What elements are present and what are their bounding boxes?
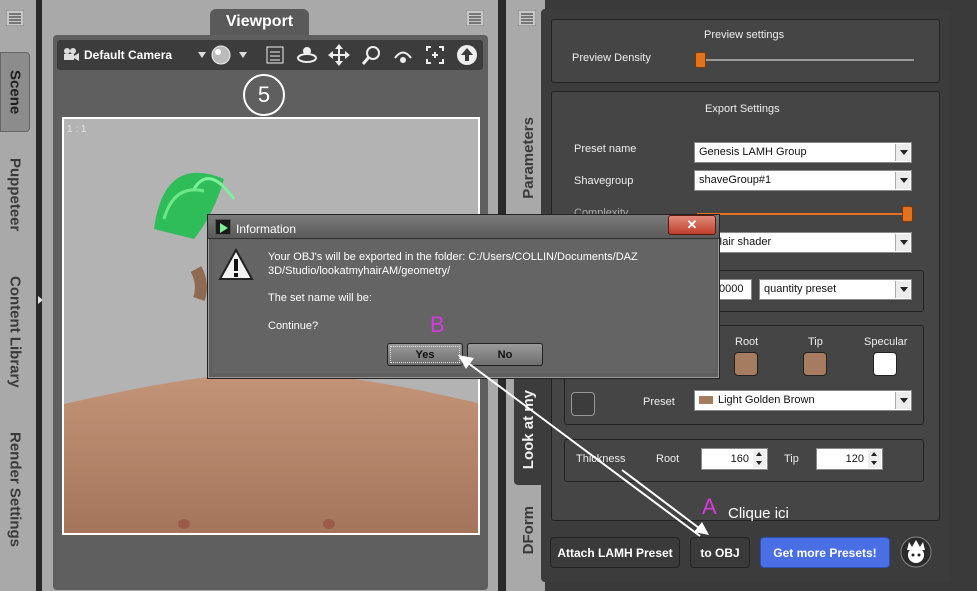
thickness-root-spinner[interactable]: 160 — [701, 448, 768, 470]
camera-selector[interactable]: Default Camera — [84, 48, 172, 62]
zoom-icon[interactable] — [360, 44, 382, 66]
tab-puppeteer[interactable]: Puppeteer — [0, 145, 30, 245]
render-style-icon[interactable] — [210, 44, 232, 66]
no-button[interactable]: No — [467, 343, 543, 366]
complexity-slider[interactable] — [902, 206, 913, 222]
shavegroup-select[interactable]: shaveGroup#1 — [694, 170, 912, 191]
tab-render-settings-label: Render Settings — [6, 432, 24, 548]
thickness-tip-label: Tip — [784, 453, 799, 465]
color-checkbox[interactable] — [571, 392, 595, 416]
close-icon[interactable]: ✕ — [668, 215, 716, 235]
tab-scene-label: Scene — [6, 69, 24, 115]
tab-scene[interactable]: Scene — [0, 52, 30, 132]
annotation-letter-a: A — [702, 494, 717, 519]
quantity-preset-value: quantity preset — [764, 283, 837, 295]
thickness-tip-spinner[interactable]: 120 — [816, 448, 883, 470]
panel-menu-icon[interactable] — [6, 10, 24, 26]
color-preset-select[interactable]: Light Golden Brown — [694, 390, 912, 411]
preview-settings-title: Preview settings — [704, 29, 785, 41]
right-panel-menu-icon[interactable] — [518, 10, 536, 26]
tab-dform-label: DForm — [519, 505, 537, 555]
annotation-click-here: Clique ici — [728, 505, 789, 522]
app-icon — [215, 219, 231, 235]
tab-puppeteer-label: Puppeteer — [6, 158, 24, 232]
orbit-icon[interactable] — [296, 44, 318, 66]
tab-look-label: Look at my — [519, 390, 537, 470]
quantity-field[interactable]: 0000 — [718, 279, 752, 300]
preset-name-label: Preset name — [574, 143, 637, 155]
dialog-message: Your OBJ's will be exported in the folde… — [268, 251, 638, 277]
chevron-down-icon — [895, 281, 910, 298]
export-settings-title: Export Settings — [705, 103, 780, 115]
tab-content-library[interactable]: Content Library — [0, 262, 30, 402]
specular-color-swatch[interactable] — [873, 352, 897, 376]
thickness-root-value: 160 — [730, 453, 749, 465]
root-color-swatch[interactable] — [734, 352, 758, 376]
tab-parameters-label: Parameters — [519, 116, 537, 199]
shader-select[interactable]: an Hair shader — [694, 232, 912, 253]
render-style-dropdown-icon[interactable] — [238, 49, 248, 61]
tab-parameters[interactable]: Parameters — [514, 105, 542, 210]
thickness-tip-value: 120 — [845, 453, 864, 465]
camera-dropdown-icon[interactable] — [197, 49, 207, 61]
thickness-label: Thickness — [576, 453, 626, 465]
root-color-label: Root — [735, 336, 759, 348]
dialog-title: Information — [236, 222, 297, 236]
color-preset-value: Light Golden Brown — [718, 394, 815, 406]
frame-icon[interactable] — [424, 44, 446, 66]
chevron-down-icon — [895, 392, 910, 409]
tab-look-at-my-hair[interactable]: Look at my — [514, 375, 542, 485]
hair-logo-icon[interactable] — [900, 536, 932, 568]
camera-icon — [64, 48, 79, 61]
spin-up-icon[interactable] — [753, 450, 766, 459]
tab-dform[interactable]: DForm — [514, 498, 542, 562]
complexity-track[interactable] — [697, 213, 910, 215]
chevron-down-icon — [895, 172, 910, 189]
tab-viewport[interactable]: Viewport — [210, 9, 309, 35]
dialog-continue: Continue? — [268, 320, 319, 332]
get-more-presets-button[interactable]: Get more Presets! — [760, 537, 890, 568]
spin-down-icon[interactable] — [868, 459, 881, 468]
color-preset-chip — [699, 396, 713, 405]
viewport-menu-icon[interactable] — [466, 10, 484, 26]
preset-name-value: Genesis LAMH Group — [699, 146, 807, 158]
preview-density-track[interactable] — [697, 59, 914, 61]
tab-render-settings[interactable]: Render Settings — [0, 420, 30, 560]
export-to-obj-button[interactable]: to OBJ — [690, 537, 750, 568]
preview-density-slider[interactable] — [695, 52, 706, 68]
attach-preset-button[interactable]: Attach LAMH Preset — [550, 537, 680, 568]
spin-up-icon[interactable] — [868, 450, 881, 459]
pan-icon[interactable] — [328, 44, 350, 66]
tip-color-label: Tip — [808, 336, 823, 348]
quantity-preset-select[interactable]: quantity preset — [759, 279, 912, 300]
annotation-step-marker: 5 — [243, 74, 285, 116]
chevron-down-icon — [895, 234, 910, 251]
reset-view-icon[interactable] — [456, 44, 478, 66]
chevron-down-icon — [895, 144, 910, 161]
aspect-ratio-label: 1 : 1 — [67, 124, 87, 135]
warning-icon — [218, 248, 254, 280]
color-preset-label: Preset — [643, 396, 675, 408]
annotation-letter-b: B — [430, 312, 445, 337]
tip-color-swatch[interactable] — [803, 352, 827, 376]
preview-density-label: Preview Density — [572, 52, 651, 64]
spin-down-icon[interactable] — [753, 459, 766, 468]
yes-button[interactable]: Yes — [387, 343, 463, 366]
specular-color-label: Specular — [864, 336, 908, 348]
tab-content-library-label: Content Library — [6, 276, 24, 388]
preset-name-select[interactable]: Genesis LAMH Group — [694, 142, 912, 163]
shavegroup-value: shaveGroup#1 — [699, 174, 772, 186]
shavegroup-label: Shavegroup — [574, 175, 634, 187]
dialog-set-name: The set name will be: — [268, 292, 372, 304]
quantity-value: 0000 — [719, 283, 744, 295]
thickness-root-label: Root — [656, 453, 680, 465]
options-menu-icon[interactable] — [264, 44, 286, 66]
bank-icon[interactable] — [392, 44, 414, 66]
